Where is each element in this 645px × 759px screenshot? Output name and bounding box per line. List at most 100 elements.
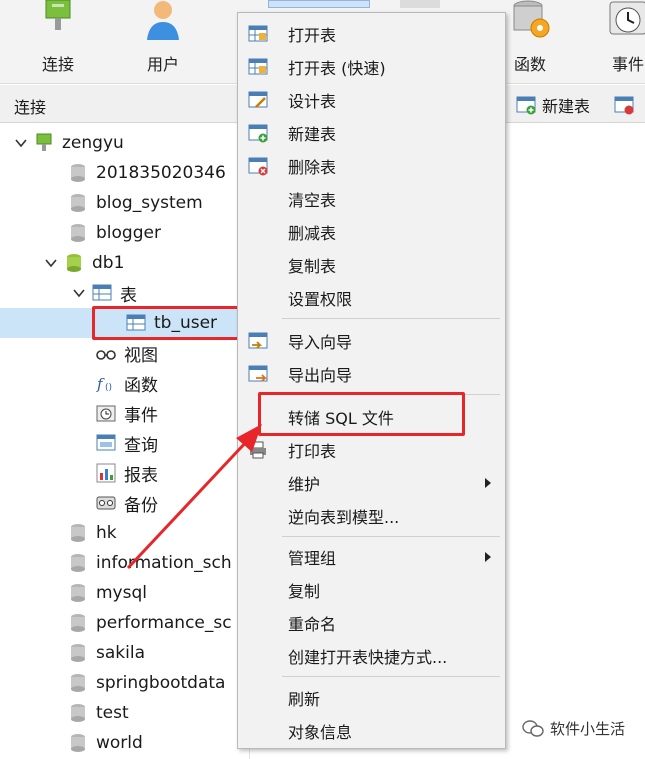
submenu-arrow-icon bbox=[485, 477, 491, 488]
connection-icon bbox=[45, 0, 71, 30]
table-toolbar-icon-partial[interactable] bbox=[268, 0, 370, 8]
tree-db-db1[interactable]: db1 bbox=[0, 248, 250, 278]
tree-group-backups[interactable]: 备份 bbox=[0, 488, 250, 518]
event-clock-icon bbox=[96, 405, 116, 422]
new-table-label: 新建表 bbox=[542, 97, 591, 116]
menu-delete-table[interactable]: 删除表 bbox=[238, 149, 505, 182]
tree-db-item[interactable]: 201835020346 bbox=[0, 158, 250, 188]
table-context-menu: 打开表 打开表 (快速) 设计表 新建表 删除表 清空表 删减表 复制表 设置权… bbox=[237, 12, 506, 749]
view-toolbar-icon-partial[interactable] bbox=[400, 0, 440, 8]
tree-db-item[interactable]: information_sch bbox=[0, 548, 250, 578]
tree-db-item[interactable]: springbootdata bbox=[0, 668, 250, 698]
svg-text:(): () bbox=[105, 383, 112, 393]
menu-open-table[interactable]: 打开表 bbox=[238, 17, 505, 50]
menu-empty-table[interactable]: 清空表 bbox=[238, 182, 505, 215]
chevron-down-icon[interactable] bbox=[44, 256, 58, 270]
table-open-fast-icon bbox=[248, 58, 268, 74]
menu-export-wizard[interactable]: 导出向导 bbox=[238, 357, 505, 390]
database-icon bbox=[71, 524, 85, 542]
menu-set-permissions[interactable]: 设置权限 bbox=[238, 281, 505, 314]
wechat-icon bbox=[522, 719, 544, 737]
tree-group-views[interactable]: 视图 bbox=[0, 338, 250, 368]
menu-refresh[interactable]: 刷新 bbox=[238, 681, 505, 714]
menu-copy-table[interactable]: 复制表 bbox=[238, 248, 505, 281]
tree-db-item[interactable]: world bbox=[0, 728, 250, 758]
menu-create-shortcut[interactable]: 创建打开表快捷方式... bbox=[238, 639, 505, 672]
menu-manage-group[interactable]: 管理组 bbox=[238, 540, 505, 573]
new-table-button[interactable]: 新建表 bbox=[516, 93, 590, 117]
table-design-icon bbox=[248, 91, 268, 108]
submenu-arrow-icon bbox=[485, 551, 491, 562]
tree-label: 查询 bbox=[124, 435, 158, 456]
tree-group-events[interactable]: 事件 bbox=[0, 398, 250, 428]
tree-db-item[interactable]: blogger bbox=[0, 218, 250, 248]
menu-truncate-table[interactable]: 删减表 bbox=[238, 215, 505, 248]
tree-label: 视图 bbox=[124, 345, 158, 366]
menu-import-wizard[interactable]: 导入向导 bbox=[238, 324, 505, 357]
tree-label: db1 bbox=[92, 253, 125, 273]
menu-separator bbox=[282, 536, 500, 537]
backup-tape-icon bbox=[96, 496, 116, 510]
menu-maintain[interactable]: 维护 bbox=[238, 466, 505, 499]
report-chart-icon bbox=[96, 463, 116, 483]
tree-db-item[interactable]: mysql bbox=[0, 578, 250, 608]
tree-db-item[interactable]: sakila bbox=[0, 638, 250, 668]
event-label: 事件 bbox=[611, 55, 644, 74]
tree-label: 报表 bbox=[124, 465, 158, 486]
user-button[interactable]: 用户 bbox=[118, 0, 208, 84]
tree-label: 201835020346 bbox=[96, 163, 226, 183]
tree-db-item[interactable]: blog_system bbox=[0, 188, 250, 218]
database-icon bbox=[71, 734, 85, 752]
menu-print-table[interactable]: 打印表 bbox=[238, 433, 505, 466]
user-label: 用户 bbox=[146, 55, 179, 74]
tree-db-item[interactable]: performance_sc bbox=[0, 608, 250, 638]
menu-separator bbox=[282, 318, 500, 319]
database-icon bbox=[71, 584, 85, 602]
tree-label: 备份 bbox=[124, 495, 158, 516]
function-fx-icon: f() bbox=[96, 375, 112, 393]
tree-group-tables[interactable]: 表 bbox=[0, 278, 250, 308]
tree-connection-zengyu[interactable]: zengyu bbox=[0, 128, 250, 158]
menu-open-table-fast[interactable]: 打开表 (快速) bbox=[238, 50, 505, 83]
table-open-icon bbox=[248, 25, 268, 41]
delete-table-icon bbox=[614, 96, 634, 115]
menu-rename[interactable]: 重命名 bbox=[238, 606, 505, 639]
connection-panel-title: 连接 bbox=[14, 98, 47, 117]
tree-label: sakila bbox=[96, 643, 145, 663]
function-icon bbox=[513, 0, 550, 38]
import-icon bbox=[248, 332, 268, 349]
database-icon bbox=[71, 614, 85, 632]
table-delete-icon bbox=[248, 157, 268, 175]
connect-button[interactable]: 连接 bbox=[13, 0, 103, 84]
database-icon bbox=[71, 224, 85, 242]
database-icon bbox=[71, 164, 85, 182]
menu-new-table[interactable]: 新建表 bbox=[238, 116, 505, 149]
dump-sql-highlight-box bbox=[258, 392, 465, 436]
tree-group-queries[interactable]: 查询 bbox=[0, 428, 250, 458]
delete-table-button[interactable] bbox=[614, 93, 640, 117]
database-icon bbox=[71, 194, 85, 212]
watermark-text: 软件小生活 bbox=[549, 720, 625, 738]
tree-label: zengyu bbox=[62, 133, 124, 153]
event-button[interactable]: 事件 bbox=[583, 0, 645, 84]
tree-group-functions[interactable]: f() 函数 bbox=[0, 368, 250, 398]
tree-label: blog_system bbox=[96, 193, 203, 213]
tb-user-highlight-box bbox=[92, 306, 246, 340]
menu-copy[interactable]: 复制 bbox=[238, 573, 505, 606]
tree-group-reports[interactable]: 报表 bbox=[0, 458, 250, 488]
menu-object-info[interactable]: 对象信息 bbox=[238, 714, 505, 747]
tree-label: 函数 bbox=[124, 375, 158, 396]
chevron-down-icon[interactable] bbox=[14, 136, 28, 150]
svg-text:f: f bbox=[96, 375, 105, 393]
menu-design-table[interactable]: 设计表 bbox=[238, 83, 505, 116]
database-icon bbox=[71, 644, 85, 662]
tree-db-item[interactable]: hk bbox=[0, 518, 250, 548]
menu-reverse-table-to-model[interactable]: 逆向表到模型... bbox=[238, 499, 505, 532]
user-icon bbox=[147, 1, 179, 40]
menu-separator bbox=[282, 676, 500, 677]
clock-icon bbox=[609, 1, 645, 35]
tree-db-item[interactable]: test bbox=[0, 698, 250, 728]
chevron-down-icon[interactable] bbox=[72, 286, 86, 300]
export-icon bbox=[248, 365, 268, 382]
glasses-icon bbox=[96, 350, 116, 360]
